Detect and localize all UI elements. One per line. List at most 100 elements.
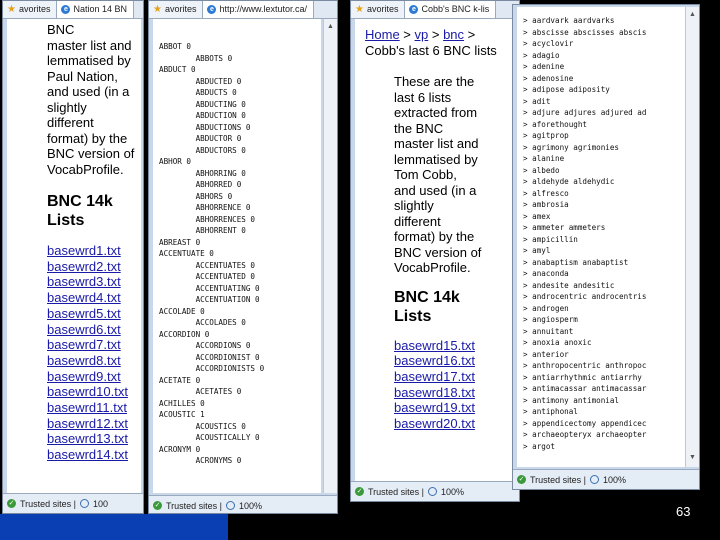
list-item: > abscisse abscisses abscis [523,27,647,37]
list-item: ABHORRED 0 [159,180,242,189]
file-link[interactable]: basewrd7.txt [47,337,141,353]
zoom-icon[interactable] [590,475,600,484]
scrollbar[interactable]: ▲ [323,19,337,493]
file-link[interactable]: basewrd16.txt [394,353,514,369]
file-link[interactable]: basewrd19.txt [394,400,514,416]
breadcrumb-vp[interactable]: vp [415,27,429,42]
list-item: ABDUCTS 0 [159,88,237,97]
list-item: ACOUSTIC 1 [159,410,205,419]
file-link[interactable]: basewrd11.txt [47,400,141,416]
list-item: ABHORRENT 0 [159,226,246,235]
file-link[interactable]: basewrd9.txt [47,369,141,385]
file-link[interactable]: basewrd10.txt [47,384,141,400]
file-link[interactable]: basewrd5.txt [47,306,141,322]
list-item: ABDUCTION 0 [159,111,246,120]
tab-cobb[interactable]: e Cobb's BNC k-lis [405,1,497,18]
list-item: ABHOR 0 [159,157,192,166]
file-link[interactable]: basewrd17.txt [394,369,514,385]
zoom-level[interactable]: 100% [603,475,626,485]
list-item: > aardvark aardvarks [523,16,615,25]
scroll-up-icon[interactable]: ▲ [326,23,335,32]
zoom-level[interactable]: 100 [93,499,108,509]
tab-nation[interactable]: e Nation 14 BN [57,1,135,18]
list-item: > amyl [523,246,551,255]
file-link[interactable]: basewrd1.txt [47,243,141,259]
list-item: > androcentric androcentris [523,292,647,301]
list-item: > adenosine [523,73,574,83]
file-link[interactable]: basewrd12.txt [47,416,141,432]
browser-window-nation[interactable]: ★ avorites e Nation 14 BN BNC master list a… [2,0,144,514]
list-item: ACETATES 0 [159,387,242,396]
status-bar: ✓ Trusted sites | 100% [351,481,519,501]
file-link[interactable]: basewrd4.txt [47,290,141,306]
intro-text: BNC master list and lemmatised by Paul Nati… [47,22,135,177]
list-item: > amex [523,211,551,221]
scrollbar[interactable]: ▲ ▼ [685,7,699,467]
list-item: ABDUCTIONS 0 [159,122,251,132]
list-item: > aforethought [523,119,588,129]
list-item: > antimony antimonial [523,395,620,405]
favorites-button[interactable]: ★ avorites [3,1,58,18]
file-link[interactable]: basewrd18.txt [394,385,514,401]
browser-window-wordlist[interactable]: > aardvark aardvarks > abscisse abscisses… [512,4,700,490]
list-item: ABHORRENCES 0 [159,214,256,224]
breadcrumb-home[interactable]: Home [365,27,400,42]
list-item: > anterior [523,349,569,359]
list-item: > angiosperm [523,315,578,324]
check-icon: ✓ [153,501,162,510]
star-icon: ★ [7,4,16,15]
list-item: > anabaptism anabaptist [523,257,629,267]
file-link[interactable]: basewrd2.txt [47,259,141,275]
tab-lextutor[interactable]: e http://www.lextutor.ca/ [203,1,315,18]
zoom-icon[interactable] [226,501,236,510]
breadcrumb-bnc[interactable]: bnc [443,27,464,42]
check-icon: ✓ [517,475,526,484]
file-link-list: basewrd15.txt basewrd16.txt basewrd17.tx… [394,338,514,432]
list-item: > anoxia anoxic [523,338,592,347]
list-item: > agrimony agrimonies [523,142,620,152]
favorites-button[interactable]: ★ avorites [351,1,406,18]
list-item: ABBOTS 0 [159,53,233,63]
favorites-button[interactable]: ★ avorites [149,1,204,18]
scroll-up-icon[interactable]: ▲ [688,11,697,20]
list-item: ABHORS 0 [159,191,233,201]
list-item: ACCENTUATES 0 [159,260,256,270]
list-item: ACRONYM 0 [159,444,201,454]
file-link[interactable]: basewrd15.txt [394,338,514,354]
scroll-down-icon[interactable]: ▼ [688,454,697,463]
page-content: > aardvark aardvarks > abscisse abscisses… [517,7,685,467]
file-link[interactable]: basewrd3.txt [47,274,141,290]
list-item: ACHILLES 0 [159,398,205,408]
taskbar-strip [0,514,228,540]
browser-window-cobb[interactable]: ★ avorites e Cobb's BNC k-lis Home > vp > … [350,0,520,502]
file-link[interactable]: basewrd13.txt [47,431,141,447]
file-link-list: basewrd1.txt basewrd2.txt basewrd3.txt b… [47,243,141,463]
list-item: ACOUSTICS 0 [159,421,246,431]
list-item: ACCOLADES 0 [159,318,246,327]
breadcrumb: Home > vp > bnc > [365,27,476,42]
page-content: ABBOT 0 ABBOTS 0 ABDUCT 0 ABDUCTED 0 ABDU… [153,19,321,493]
zoom-icon[interactable] [80,499,90,508]
list-item: > anaconda [523,269,569,278]
list-item: ABHORRING 0 [159,168,246,178]
zoom-level[interactable]: 100% [239,501,262,511]
zoom-level[interactable]: 100% [441,487,464,497]
file-link[interactable]: basewrd14.txt [47,447,141,463]
status-bar: ✓ Trusted sites | 100 [3,493,143,513]
list-item: ACCENTUATED 0 [159,272,256,281]
file-link[interactable]: basewrd6.txt [47,322,141,338]
browser-window-lextutor[interactable]: ★ avorites e http://www.lextutor.ca/ ABBOT… [148,0,338,514]
list-item: > appendicectomy appendicec [523,418,647,428]
file-link[interactable]: basewrd20.txt [394,416,514,432]
list-item: ABDUCTOR 0 [159,134,242,143]
check-icon: ✓ [7,499,16,508]
list-item: > adagio [523,50,560,60]
section-heading: BNC 14k Lists [47,193,113,229]
list-item: > adit [523,96,551,106]
list-item: ABDUCTED 0 [159,76,242,86]
page-content: BNC master list and lemmatised by Paul Nati… [7,19,141,493]
file-link[interactable]: basewrd8.txt [47,353,141,369]
tab-bar: ★ avorites e http://www.lextutor.ca/ [149,1,337,19]
zoom-icon[interactable] [428,487,438,496]
star-icon: ★ [153,4,162,15]
